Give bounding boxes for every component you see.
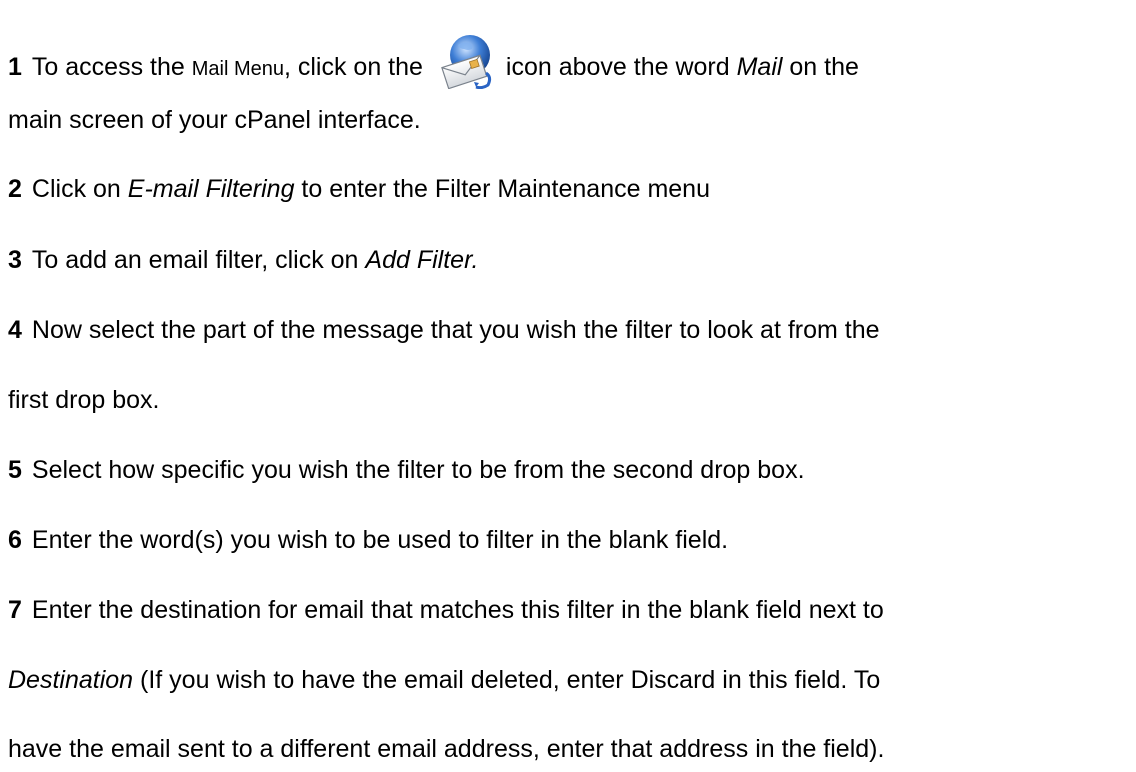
step-number: 6 [8,526,22,554]
step-text: To access the [31,53,192,81]
step-text: main screen of your cPanel interface. [8,106,421,134]
step-text: Now select the part of the message that … [31,316,880,344]
step-text: have the email sent to a different email… [8,735,885,763]
step-7-line-1: 7 Enter the destination for email that ma… [8,595,884,625]
step-2: 2 Click on E-mail Filtering to enter the … [8,174,710,204]
mail-menu-label: Mail Menu [191,58,284,80]
step-number: 7 [8,596,22,624]
step-text: To add an email filter, click on [31,246,366,274]
email-filtering-term: E-mail Filtering [127,175,295,203]
cpanel-mail-icon [441,35,491,89]
step-text: Click on [31,175,128,203]
step-text: , click on the [283,53,430,81]
step-5: 5 Select how specific you wish the filter… [8,455,805,485]
step-1-line-2: main screen of your cPanel interface. [8,105,421,135]
step-text: Enter the word(s) you wish to be used to… [31,526,729,554]
step-7-line-2: Destination (If you wish to have the ema… [8,665,880,695]
step-1-line-1: 1 To access the Mail Menu, click on the [8,33,859,89]
step-text: (If you wish to have the email deleted, … [133,666,881,694]
step-7-line-3: have the email sent to a different email… [8,734,884,764]
step-number: 2 [8,175,22,203]
step-4-line-1: 4 Now select the part of the message that… [8,315,880,345]
step-4-line-2: first drop box. [8,385,159,415]
add-filter-term: Add Filter. [365,246,479,274]
step-text: Enter the destination for email that mat… [31,596,884,624]
mail-word: Mail [736,53,783,81]
step-number: 3 [8,246,22,274]
step-number: 1 [8,53,22,81]
step-text: Select how specific you wish the filter … [31,456,805,484]
step-3: 3 To add an email filter, click on Add Fi… [8,245,478,275]
step-number: 5 [8,456,22,484]
step-text: first drop box. [8,386,160,414]
step-6: 6 Enter the word(s) you wish to be used t… [8,525,728,555]
step-number: 4 [8,316,22,344]
step-text: to enter the Filter Maintenance menu [294,175,710,203]
destination-term: Destination [8,666,134,694]
step-text: icon above the word [505,53,737,81]
step-text: on the [782,53,859,81]
